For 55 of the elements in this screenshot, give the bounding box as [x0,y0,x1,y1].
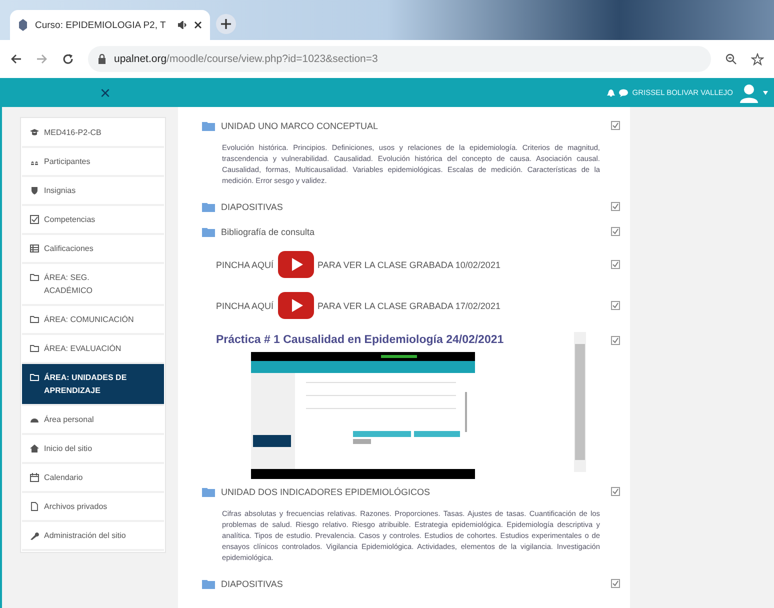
reload-icon[interactable] [62,53,74,65]
close-button[interactable]: × [100,84,111,102]
avatar-icon[interactable] [739,82,759,102]
folder-icon [30,373,39,382]
speaker-icon[interactable] [178,21,187,29]
lock-icon [98,54,106,64]
folder-icon [202,226,215,236]
scrollbar[interactable] [574,332,586,472]
star-icon[interactable] [751,52,764,66]
completion-checkbox[interactable] [611,336,620,345]
play-button-icon[interactable] [278,292,314,319]
completion-checkbox[interactable] [611,487,620,496]
folder-icon [30,315,39,324]
completion-checkbox[interactable] [611,227,620,236]
activity-link[interactable]: UNIDAD UNO MARCO CONCEPTUAL [221,120,605,130]
activity-link[interactable]: UNIDAD DOS INDICADORES EPIDEMIOLÓGICOS [221,486,605,496]
chat-icon[interactable] [619,88,628,96]
activity-link[interactable]: DIAPOSITIVAS [221,578,605,588]
folder-icon [202,486,215,496]
activity-link[interactable]: PARA VER LA CLASE GRABADA 17/02/2021 [318,300,500,310]
close-icon[interactable] [194,21,202,29]
folder-icon [30,344,39,353]
completion-checkbox[interactable] [611,121,620,130]
embed-title: Práctica # 1 Causalidad en Epidemiología 24/02/2021 [216,334,504,346]
activity-link[interactable]: PARA VER LA CLASE GRABADA 10/02/2021 [318,260,500,270]
table-icon [30,244,39,253]
play-button-icon[interactable] [278,251,314,278]
link-label: PINCHA AQUÍ [216,260,274,270]
folder-icon [202,120,215,130]
bell-icon[interactable] [607,88,616,97]
activity-link[interactable]: DIAPOSITIVAS [221,202,605,212]
link-label: PINCHA AQUÍ [216,300,274,310]
tab-title: Curso: EPIDEMIOLOGIA P2, T [35,20,167,30]
back-icon[interactable] [10,53,22,65]
address-field[interactable]: upalnet.org/moodle/course/view.php?id=1023&section=3 [88,46,711,72]
check-icon [30,215,39,224]
browser-tab[interactable]: Curso: EPIDEMIOLOGIA P2, T [10,10,210,40]
completion-checkbox[interactable] [611,260,620,269]
forward-icon[interactable] [36,53,48,65]
caret-icon[interactable] [763,90,768,94]
completion-checkbox[interactable] [611,301,620,310]
completion-checkbox[interactable] [611,579,620,588]
folder-icon [202,202,215,212]
folder-icon [30,273,39,282]
activity-link[interactable]: Bibliografía de consulta [221,226,605,236]
zoom-icon[interactable] [725,53,737,65]
new-tab-icon[interactable] [216,14,236,34]
cap-icon [30,128,39,137]
file-icon [30,502,39,511]
shield-icon [30,186,39,195]
calendar-icon [30,473,39,482]
folder-icon [202,578,215,588]
home-icon [30,444,39,453]
completion-checkbox[interactable] [611,202,620,211]
sidebar-item[interactable]: ÁREA: UNIDADES DE APRENDIZAJE [22,364,164,406]
